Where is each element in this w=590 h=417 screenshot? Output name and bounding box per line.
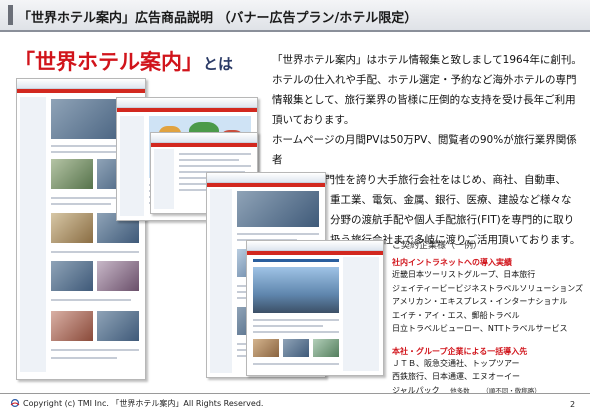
headline-suffix: とは: [203, 55, 234, 73]
header-accent-bar: [8, 5, 13, 25]
client-item: ＪＴＢ、阪急交通社、トップツアー: [392, 358, 520, 368]
client-list: ご契約企業様（一例） 社内イントラネットへの導入実績 近畿日本ツーリストグループ…: [392, 238, 584, 399]
company-logo-icon: [10, 399, 20, 407]
footer: Copyright (c) TMI Inc. 「世界ホテル案内」All Righ…: [10, 398, 263, 409]
section-headline: 「世界ホテル案内」とは: [14, 46, 233, 76]
intro-line: 「世界ホテル案内」はホテル情報集と致しまして1964年に創刊。: [272, 54, 582, 66]
intro-line: 頂いております。: [272, 114, 355, 126]
website-screenshot-5: [246, 240, 384, 376]
page-number: 2: [570, 400, 576, 409]
client-item: ジェイティービービジネストラベルソリューションズ: [392, 283, 584, 293]
client-list-heading: ご契約企業様（一例）: [392, 241, 483, 251]
headline-main: 「世界ホテル案内」: [14, 50, 203, 74]
footer-divider: [0, 393, 590, 394]
intranet-heading: 社内イントラネットへの導入実績: [392, 258, 512, 267]
client-item: エイチ・アイ・エス、郵船トラベル: [392, 310, 520, 320]
copyright-text: Copyright (c) TMI Inc. 「世界ホテル案内」All Righ…: [23, 399, 264, 408]
intro-line: ホームページの月間PVは50万PV、閲覧者の90%が旅行業界関係者: [272, 134, 577, 166]
client-item: 日立トラベルビューロー、NTTトラベルサービス: [392, 324, 568, 333]
client-item: 近畿日本ツーリストグループ、日本旅行: [392, 270, 536, 279]
intro-line: 情報集として、旅行業界の皆様に圧倒的な支持を受け長年ご利用: [272, 94, 576, 106]
slide-header: 「世界ホテル案内」広告商品説明 （バナー広告プラン/ホテル限定）: [0, 0, 590, 32]
slide-title: 「世界ホテル案内」広告商品説明 （バナー広告プラン/ホテル限定）: [18, 11, 418, 26]
client-item-last: ジャルパック 他多数 （順不同・敬称略）: [392, 384, 582, 399]
bulk-heading: 本社・グループ企業による一括導入先: [392, 346, 528, 356]
intro-line: ホテルの仕入れや手配、ホテル選定・予約など海外ホテルの専門: [272, 74, 577, 86]
client-item: アメリカン・エキスプレス・インターナショナル: [392, 297, 568, 306]
client-item: 西鉄旅行、日本通運、エヌオーイー: [392, 372, 520, 381]
